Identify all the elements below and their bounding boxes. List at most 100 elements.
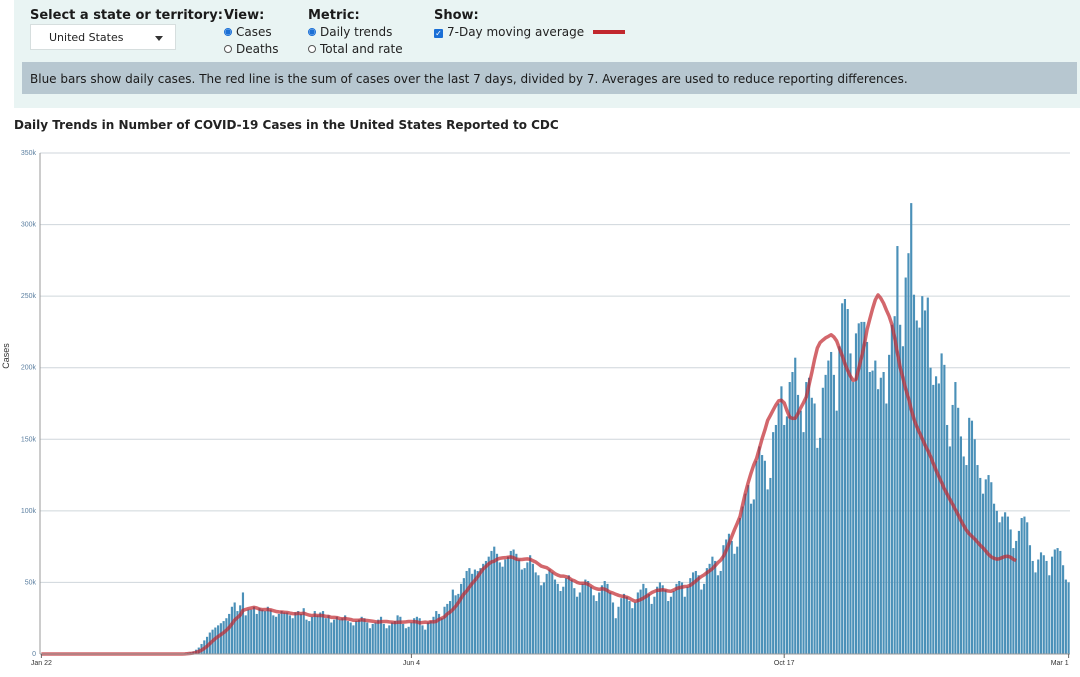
- daily-case-bar: [598, 592, 601, 654]
- daily-case-bar: [998, 522, 1001, 654]
- daily-case-bar: [222, 621, 225, 654]
- daily-case-bar: [219, 623, 222, 654]
- daily-case-bar: [705, 568, 708, 654]
- daily-case-bar: [410, 622, 413, 654]
- daily-case-bar: [272, 615, 275, 654]
- daily-case-bar: [667, 601, 670, 654]
- daily-case-bar: [755, 460, 758, 654]
- daily-case-bar: [324, 618, 327, 654]
- daily-case-bar: [266, 606, 269, 654]
- daily-case-bar: [1053, 549, 1056, 654]
- daily-case-bar: [843, 299, 847, 654]
- daily-case-bar: [490, 550, 493, 654]
- daily-case-bar: [885, 403, 888, 654]
- daily-case-bar: [589, 586, 592, 654]
- daily-case-bar: [371, 623, 374, 654]
- daily-case-bar: [614, 618, 617, 654]
- daily-case-bar: [871, 370, 874, 654]
- daily-case-bar: [901, 346, 905, 654]
- daily-case-bar: [923, 310, 927, 654]
- daily-case-bar: [283, 612, 286, 654]
- daily-case-bar: [520, 569, 523, 654]
- daily-case-bar: [247, 609, 250, 654]
- daily-case-bar: [725, 539, 728, 654]
- daily-case-bar: [830, 351, 833, 654]
- daily-case-bar: [716, 575, 719, 654]
- daily-case-bar: [1023, 516, 1026, 654]
- daily-case-bar: [766, 489, 769, 654]
- daily-case-bar: [570, 579, 573, 654]
- daily-case-bar: [294, 612, 297, 654]
- daily-case-bar: [241, 592, 245, 654]
- daily-case-bar: [904, 277, 907, 654]
- daily-case-bar: [228, 613, 231, 654]
- daily-case-bar: [937, 383, 940, 654]
- daily-case-bar: [796, 394, 800, 654]
- daily-case-bar: [609, 592, 612, 654]
- daily-case-bar: [821, 387, 824, 654]
- daily-case-bar: [297, 611, 300, 654]
- daily-case-bar: [772, 432, 775, 654]
- daily-case-bar: [592, 595, 595, 654]
- daily-case-bar: [948, 446, 951, 654]
- daily-case-bar: [642, 583, 645, 654]
- daily-case-bar: [727, 533, 731, 654]
- daily-case-bar: [548, 569, 551, 654]
- daily-case-bar: [357, 619, 361, 654]
- daily-case-bar: [708, 563, 711, 654]
- daily-case-bar: [545, 573, 548, 654]
- daily-case-bar: [1067, 582, 1070, 654]
- daily-case-bar: [940, 353, 943, 654]
- daily-case-bar: [288, 615, 291, 654]
- daily-case-bar: [763, 460, 766, 654]
- daily-case-bar: [984, 479, 987, 654]
- daily-case-bar: [689, 578, 692, 654]
- daily-case-bar: [749, 503, 753, 654]
- daily-case-bar: [1048, 575, 1051, 654]
- daily-case-bar: [1039, 552, 1043, 654]
- daily-case-bar: [946, 424, 949, 654]
- daily-case-bar: [250, 609, 253, 654]
- daily-case-bar: [534, 572, 537, 654]
- daily-case-bar: [827, 360, 830, 654]
- daily-case-bar: [581, 583, 584, 654]
- daily-case-bar: [344, 615, 347, 654]
- daily-case-bar: [1015, 540, 1018, 654]
- daily-case-bar: [391, 622, 394, 654]
- daily-case-bar: [868, 372, 871, 654]
- daily-case-bar: [957, 407, 960, 654]
- daily-case-bar: [675, 583, 678, 654]
- daily-case-bar: [316, 615, 319, 654]
- daily-case-bar: [556, 583, 559, 654]
- daily-case-bar: [672, 591, 675, 654]
- daily-case-bar: [788, 382, 791, 654]
- daily-case-bar: [374, 622, 377, 654]
- y-tick-label: 200k: [21, 365, 37, 372]
- daily-case-bar: [1056, 548, 1059, 654]
- daily-case-bar: [683, 596, 686, 654]
- daily-case-bar: [230, 606, 233, 654]
- daily-case-bar: [346, 621, 349, 654]
- daily-case-bar: [335, 616, 338, 654]
- daily-case-bar: [912, 294, 916, 654]
- daily-case-bar: [426, 622, 430, 654]
- daily-case-bar: [915, 320, 918, 654]
- daily-case-bar: [686, 586, 689, 654]
- daily-case-bar: [291, 618, 294, 654]
- daily-case-bar: [680, 582, 684, 654]
- daily-case-bar: [1020, 518, 1023, 654]
- daily-case-bar: [573, 588, 576, 654]
- daily-case-bar: [918, 327, 921, 654]
- daily-case-bar: [606, 583, 609, 654]
- daily-case-bar: [542, 582, 546, 654]
- daily-case-bar: [628, 601, 631, 654]
- daily-case-bar: [799, 410, 802, 654]
- daily-case-bar: [338, 619, 341, 654]
- daily-case-bar: [440, 618, 443, 654]
- daily-case-bar: [451, 589, 454, 654]
- daily-case-bar: [774, 424, 777, 654]
- daily-case-bar: [934, 376, 938, 654]
- daily-case-bar: [769, 477, 772, 654]
- daily-case-bar: [1059, 550, 1062, 654]
- daily-case-bar: [744, 493, 747, 654]
